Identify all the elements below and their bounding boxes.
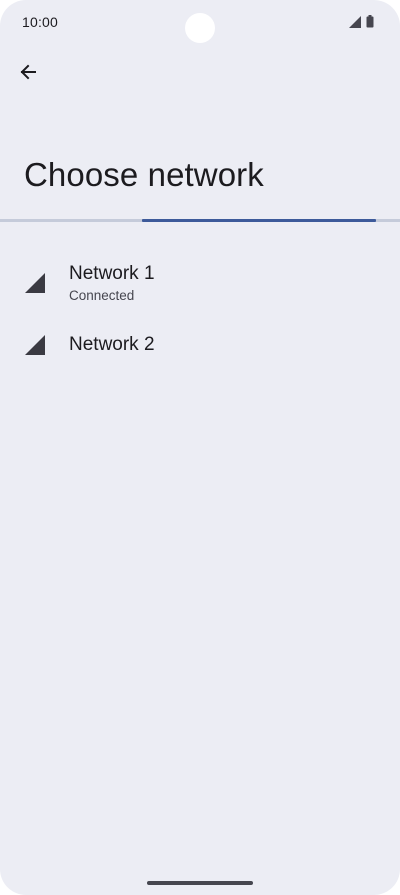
gesture-nav-handle[interactable] <box>147 881 253 885</box>
status-bar: 10:00 <box>0 0 400 44</box>
arrow-back-icon <box>19 63 37 86</box>
progress-indicator <box>142 219 376 222</box>
network-name: Network 1 <box>69 262 155 284</box>
network-text: Network 2 <box>69 333 155 357</box>
network-list: Network 1 Connected Network 2 <box>0 250 400 374</box>
status-time: 10:00 <box>22 14 59 30</box>
cell-signal-icon <box>25 273 45 293</box>
status-icons <box>349 15 374 33</box>
network-item-2[interactable]: Network 2 <box>0 316 400 374</box>
network-status: Connected <box>69 287 135 303</box>
network-name: Network 2 <box>69 334 155 355</box>
network-text: Network 1 Connected <box>69 262 155 305</box>
progress-bar <box>0 219 400 222</box>
back-button[interactable] <box>12 58 44 90</box>
page-title: Choose network <box>24 156 264 193</box>
cell-signal-icon <box>349 15 361 33</box>
camera-cutout <box>185 13 215 43</box>
cell-signal-icon <box>25 335 45 355</box>
network-item-1[interactable]: Network 1 Connected <box>0 250 400 316</box>
battery-icon <box>366 15 374 33</box>
screen: 10:00 Choose network Network 1 Connected… <box>0 0 400 895</box>
